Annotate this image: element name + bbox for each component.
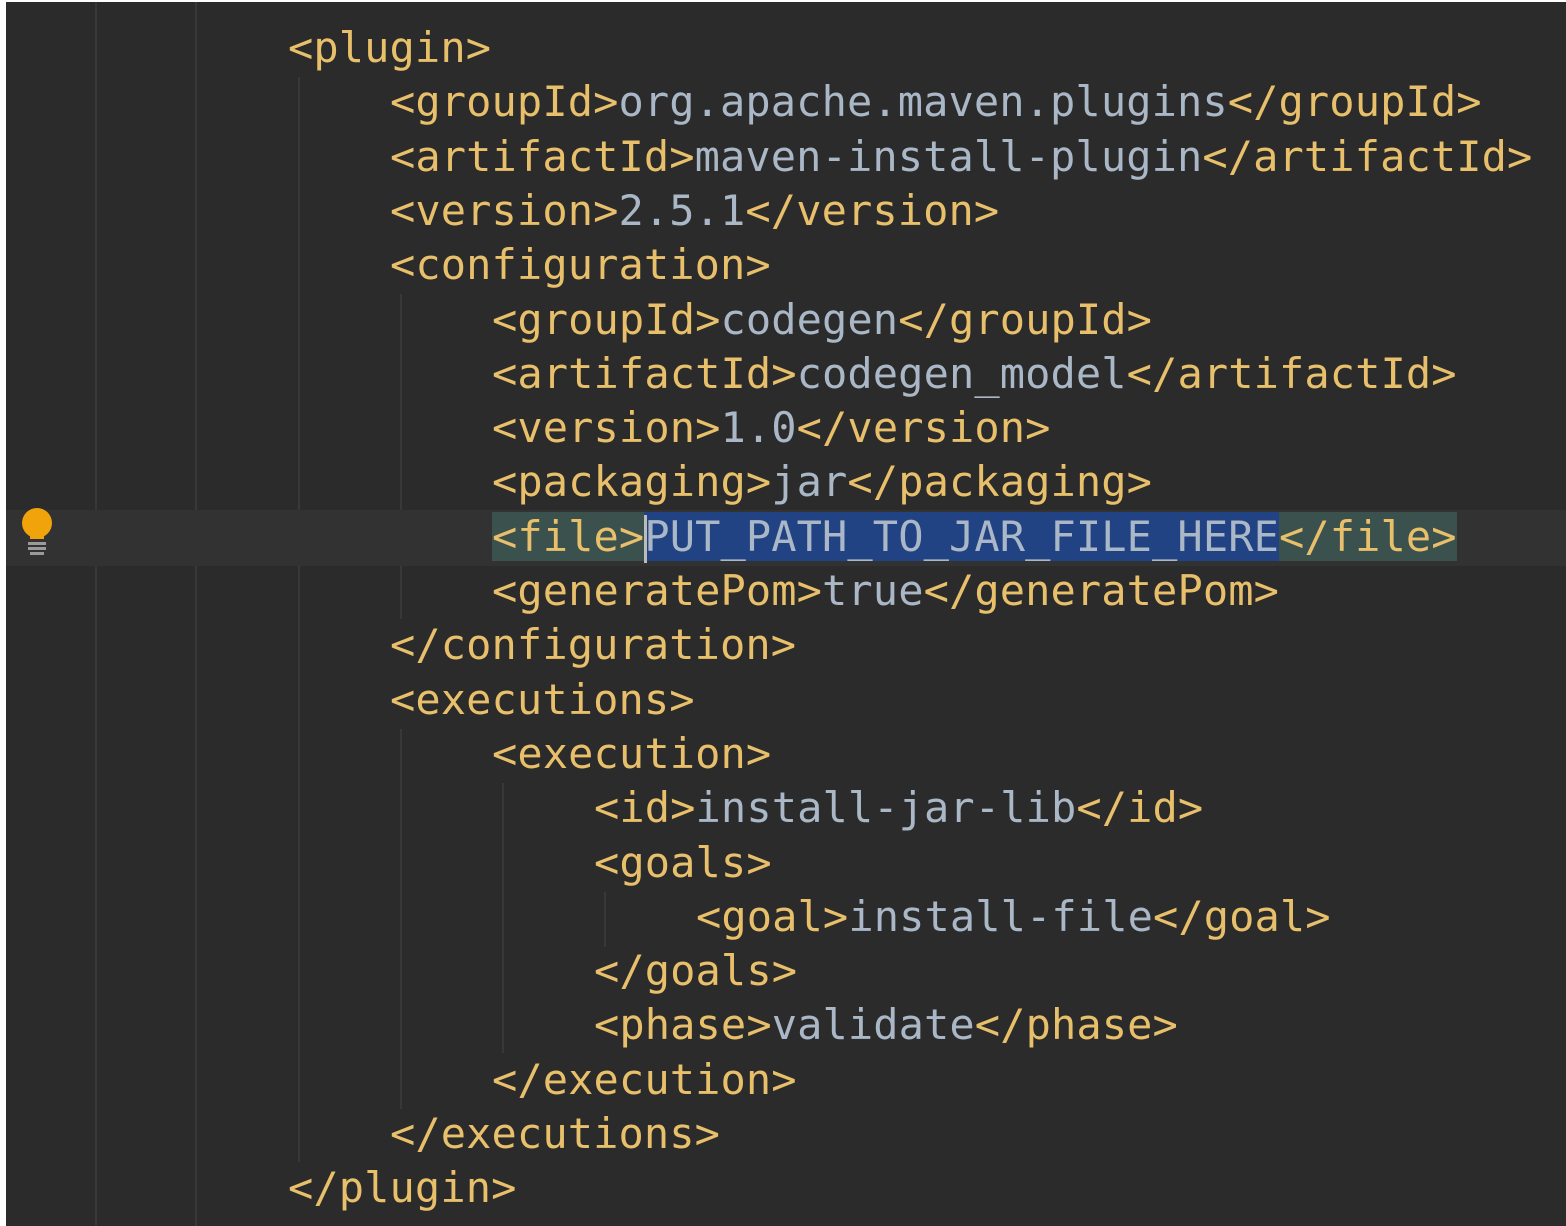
code-line[interactable]: <file>PUT_PATH_TO_JAR_FILE_HERE</file> bbox=[492, 510, 1457, 564]
lightbulb-icon[interactable] bbox=[20, 507, 54, 564]
xml-open-tag: <configuration> bbox=[390, 240, 771, 290]
xml-value: 1.0 bbox=[720, 403, 797, 453]
xml-open-tag: <packaging> bbox=[492, 457, 772, 507]
xml-open-tag: <generatePom> bbox=[492, 566, 823, 615]
xml-open-tag: <version> bbox=[492, 403, 721, 453]
xml-close-tag: </phase> bbox=[974, 1000, 1178, 1050]
xml-close-tag: </id> bbox=[1076, 783, 1204, 833]
xml-open-tag: <execution> bbox=[492, 728, 772, 778]
gutter-divider bbox=[195, 2, 197, 1226]
xml-open-tag: <plugin> bbox=[288, 23, 492, 72]
xml-open-tag: <goals> bbox=[594, 837, 772, 887]
code-line[interactable]: <groupId>codegen</groupId> bbox=[492, 293, 1152, 347]
code-line[interactable]: <generatePom>true</generatePom> bbox=[492, 564, 1279, 618]
xml-open-tag: </execution> bbox=[492, 1054, 797, 1104]
xml-value: 2.5.1 bbox=[618, 185, 746, 235]
xml-open-tag: <artifactId> bbox=[492, 348, 797, 398]
code-line[interactable]: <goals> bbox=[594, 836, 772, 890]
xml-value: codegen_model bbox=[796, 348, 1127, 398]
xml-value: install-file bbox=[848, 891, 1153, 941]
xml-open-tag: <version> bbox=[390, 185, 619, 235]
indent-guide bbox=[298, 77, 300, 1162]
code-editor[interactable]: <plugin> <groupId>org.apache.maven.plugin… bbox=[6, 2, 1566, 1226]
xml-close-tag: </packaging> bbox=[847, 457, 1153, 507]
code-line[interactable]: </configuration> bbox=[390, 618, 796, 672]
xml-close-tag: </generatePom> bbox=[923, 566, 1279, 615]
xml-close-tag: </version> bbox=[796, 403, 1051, 453]
xml-value: jar bbox=[771, 457, 848, 507]
xml-value: maven-install-plugin bbox=[694, 131, 1203, 181]
xml-open-tag: </goals> bbox=[594, 946, 798, 996]
code-line[interactable]: <phase>validate</phase> bbox=[594, 998, 1178, 1052]
code-line[interactable]: </plugin> bbox=[288, 1161, 516, 1215]
xml-value: true bbox=[822, 566, 924, 615]
xml-open-tag: <goal> bbox=[696, 891, 849, 941]
code-line[interactable]: <packaging>jar</packaging> bbox=[492, 455, 1152, 509]
xml-open-tag: </executions> bbox=[390, 1109, 721, 1158]
code-line[interactable]: <version>2.5.1</version> bbox=[390, 184, 999, 238]
code-line[interactable]: </execution> bbox=[492, 1053, 797, 1107]
xml-close-tag: </artifactId> bbox=[1202, 131, 1533, 181]
text-caret bbox=[644, 515, 648, 564]
code-line[interactable]: <artifactId>maven-install-plugin</artifa… bbox=[390, 130, 1532, 184]
code-line[interactable]: <version>1.0</version> bbox=[492, 401, 1051, 455]
xml-close-tag: </goal> bbox=[1152, 891, 1331, 941]
xml-value: install-jar-lib bbox=[695, 783, 1077, 833]
indent-guide bbox=[604, 892, 606, 947]
indent-guide bbox=[400, 294, 402, 619]
xml-close-tag: </version> bbox=[745, 185, 1000, 235]
xml-open-tag: <groupId> bbox=[390, 77, 619, 127]
xml-value: codegen bbox=[720, 294, 899, 344]
selected-text: PUT_PATH_TO_JAR_FILE_HERE bbox=[644, 511, 1279, 561]
code-line[interactable]: </goals> bbox=[594, 944, 797, 998]
code-line[interactable]: </executions> bbox=[390, 1107, 720, 1161]
code-line[interactable]: <goal>install-file</goal> bbox=[696, 890, 1331, 944]
xml-open-tag: <phase> bbox=[594, 1000, 772, 1050]
code-line[interactable]: <groupId>org.apache.maven.plugins</group… bbox=[390, 75, 1482, 129]
xml-close-tag: </artifactId> bbox=[1126, 348, 1457, 398]
code-line[interactable]: <plugin> bbox=[288, 21, 491, 75]
xml-open-tag: </plugin> bbox=[288, 1163, 517, 1213]
xml-close-tag: </file> bbox=[1278, 511, 1457, 561]
code-line[interactable]: <id>install-jar-lib</id> bbox=[594, 781, 1203, 835]
xml-open-tag: <artifactId> bbox=[390, 131, 695, 181]
xml-open-tag: <file> bbox=[492, 511, 645, 561]
xml-value: org.apache.maven.plugins bbox=[618, 77, 1228, 127]
xml-open-tag: </configuration> bbox=[390, 620, 797, 670]
indent-guide bbox=[400, 729, 402, 1109]
xml-value: validate bbox=[771, 1000, 975, 1050]
xml-open-tag: <id> bbox=[594, 783, 696, 833]
gutter-divider bbox=[95, 2, 97, 1226]
code-line[interactable]: <executions> bbox=[390, 673, 695, 727]
code-line[interactable]: <artifactId>codegen_model</artifactId> bbox=[492, 347, 1457, 401]
xml-open-tag: <executions> bbox=[390, 674, 695, 724]
xml-close-tag: </groupId> bbox=[1227, 77, 1482, 127]
xml-close-tag: </groupId> bbox=[898, 294, 1153, 344]
xml-open-tag: <groupId> bbox=[492, 294, 721, 344]
code-line[interactable]: <execution> bbox=[492, 727, 771, 781]
indent-guide bbox=[502, 783, 504, 1053]
code-line[interactable]: <configuration> bbox=[390, 238, 771, 292]
